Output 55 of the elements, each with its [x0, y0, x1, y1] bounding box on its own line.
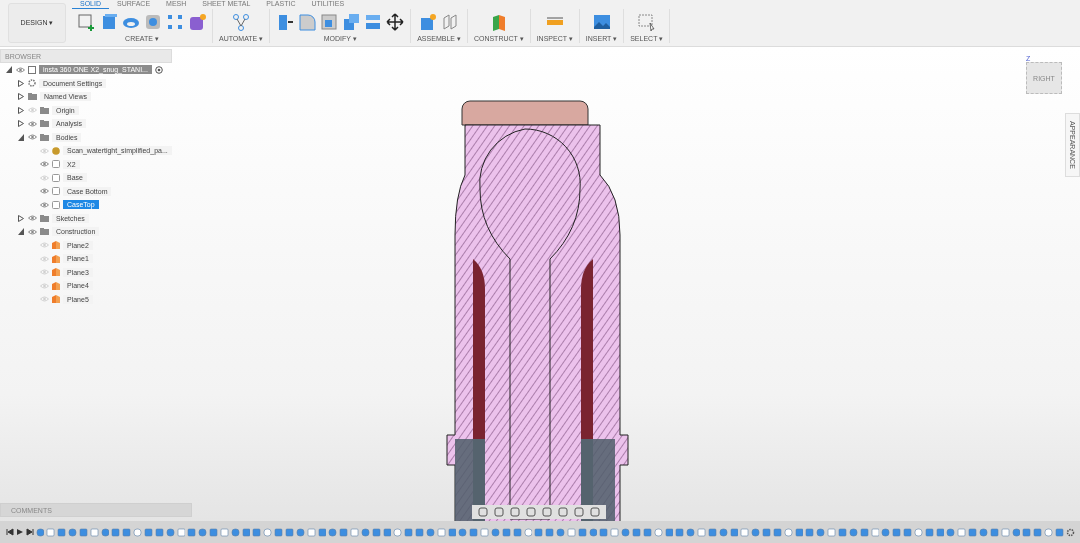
plane-icon: [52, 268, 60, 277]
caret-down-icon[interactable]: [6, 66, 12, 74]
branch-icon[interactable]: [232, 13, 251, 31]
eye-icon[interactable]: [28, 215, 37, 222]
folder-icon: [40, 106, 49, 114]
step-back-icon[interactable]: [6, 528, 14, 536]
caret-right-icon[interactable]: [18, 214, 24, 222]
chamfer-icon[interactable]: [320, 13, 339, 31]
eye-icon[interactable]: [40, 269, 49, 276]
box-icon[interactable]: [100, 13, 118, 31]
folder-icon: [40, 133, 49, 141]
caret-right-icon[interactable]: [18, 93, 24, 101]
component-icon[interactable]: [419, 13, 438, 31]
image-icon[interactable]: [592, 13, 611, 31]
plane-icon: [52, 281, 60, 290]
caret-right-icon[interactable]: [18, 120, 24, 128]
eye-icon[interactable]: [40, 201, 49, 208]
pattern-icon[interactable]: [166, 13, 184, 31]
eye-icon[interactable]: [40, 188, 49, 195]
eye-icon[interactable]: [28, 228, 37, 235]
document-icon: [28, 65, 36, 74]
plane-icon: [52, 241, 60, 250]
radio-icon[interactable]: [154, 65, 163, 74]
caret-down-icon[interactable]: [18, 133, 24, 141]
plane-icon: [52, 254, 60, 263]
folder-icon: [40, 214, 49, 222]
caret-right-icon[interactable]: [18, 79, 24, 87]
move-icon[interactable]: [386, 13, 405, 31]
combine-icon[interactable]: [342, 13, 361, 31]
press-pull-icon[interactable]: [276, 13, 295, 31]
caret-down-icon[interactable]: [18, 228, 24, 236]
shell-icon[interactable]: [144, 13, 162, 31]
eye-icon[interactable]: [40, 174, 49, 181]
select-icon[interactable]: [637, 13, 656, 31]
folder-icon: [40, 120, 49, 128]
plane-icon: [52, 295, 60, 304]
eye-icon[interactable]: [28, 134, 37, 141]
joint-icon[interactable]: [441, 13, 460, 31]
eye-icon[interactable]: [16, 66, 25, 73]
mesh-body-icon: [52, 146, 60, 155]
play-icon[interactable]: [15, 528, 24, 536]
eye-icon[interactable]: [40, 147, 49, 154]
caret-right-icon[interactable]: [18, 106, 24, 114]
eye-icon[interactable]: [40, 255, 49, 262]
folder-icon: [28, 93, 37, 101]
eye-icon[interactable]: [40, 242, 49, 249]
eye-icon[interactable]: [40, 296, 49, 303]
step-forward-icon[interactable]: [25, 528, 34, 536]
eye-icon[interactable]: [40, 282, 49, 289]
eye-icon[interactable]: [28, 107, 37, 114]
sketch-icon[interactable]: [78, 13, 96, 31]
form-icon[interactable]: [188, 13, 206, 31]
eye-icon[interactable]: [28, 120, 37, 127]
eye-icon[interactable]: [40, 161, 49, 168]
folder-icon: [40, 228, 49, 236]
